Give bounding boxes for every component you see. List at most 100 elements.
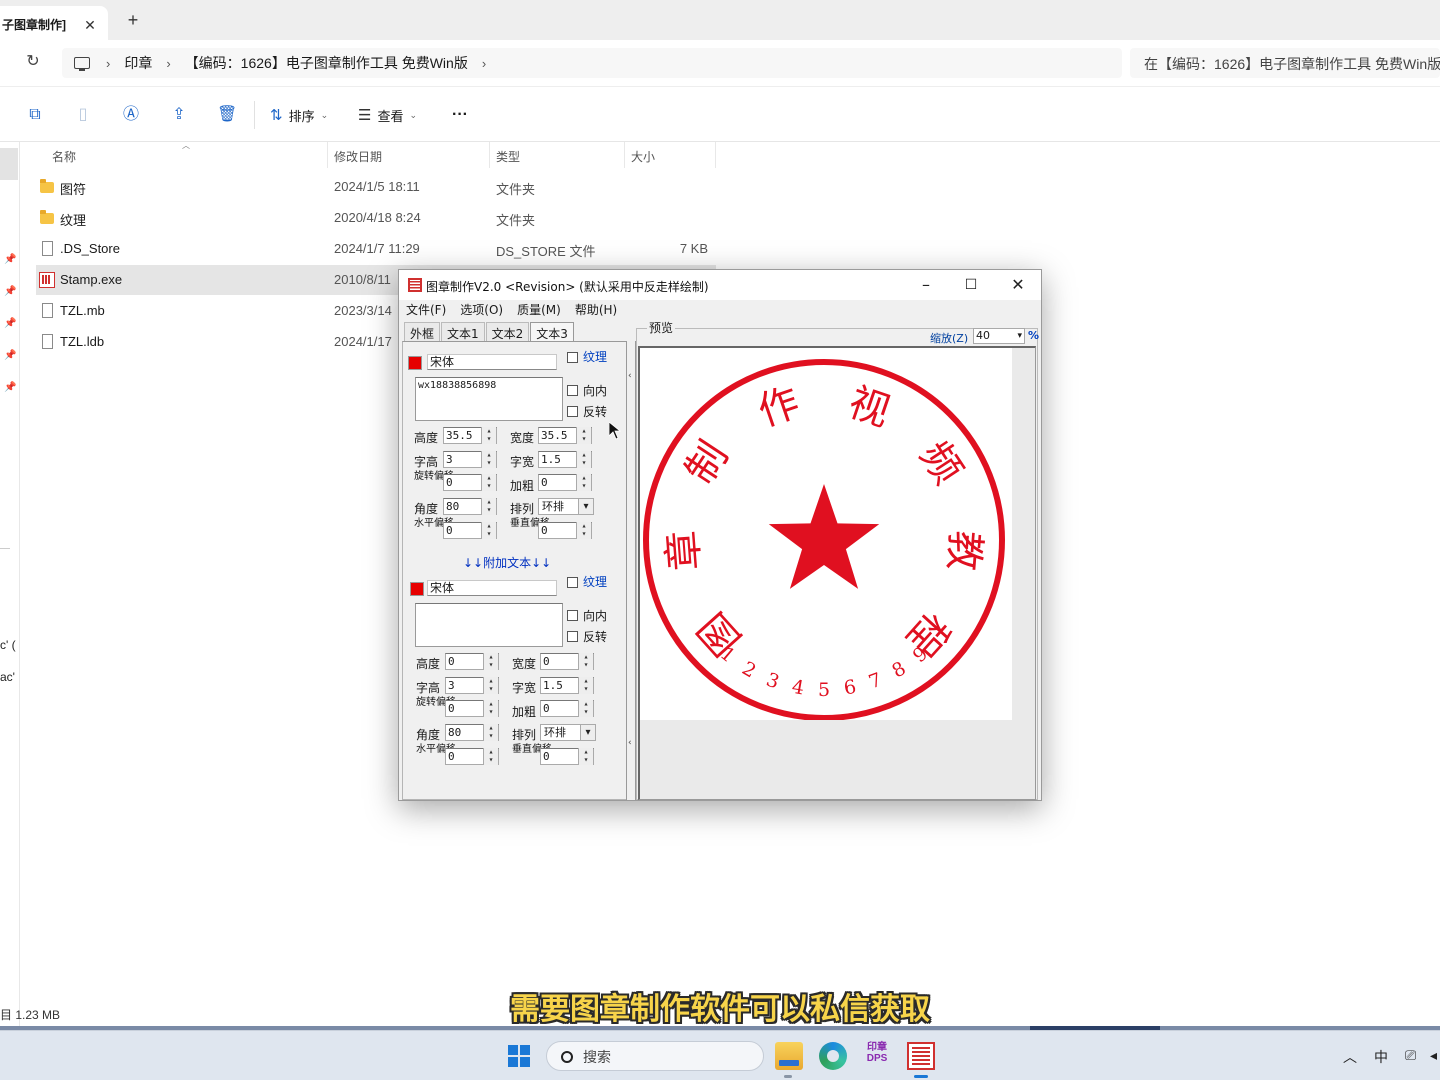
- stamp-text-input[interactable]: wx18838856898: [415, 377, 563, 421]
- file-explorer-icon[interactable]: [775, 1042, 803, 1070]
- text-color-swatch[interactable]: [408, 356, 422, 370]
- width-stepper[interactable]: 0: [540, 653, 594, 670]
- delete-icon[interactable]: 🗑: [217, 105, 237, 125]
- view-button[interactable]: ☰ 查看 ⌄: [358, 105, 417, 125]
- minimize-icon[interactable]: –: [915, 275, 937, 295]
- rotation-offset-stepper[interactable]: 0: [445, 700, 499, 717]
- copy-icon[interactable]: ⧉: [25, 105, 45, 125]
- rotation-offset-stepper[interactable]: 0: [443, 474, 497, 491]
- menu-help[interactable]: 帮助(H): [575, 300, 617, 320]
- chevron-right-icon[interactable]: ›: [106, 56, 110, 71]
- checkbox-box[interactable]: [567, 352, 578, 363]
- tab-current[interactable]: 子图章制作] ✕: [0, 6, 108, 40]
- font-select[interactable]: 宋体: [427, 354, 557, 370]
- additional-text-toggle[interactable]: ↓↓附加文本↓↓: [463, 554, 551, 571]
- font-select[interactable]: 宋体: [427, 580, 557, 596]
- column-header-size[interactable]: 大小: [631, 148, 655, 165]
- tab-frame[interactable]: 外框: [404, 322, 441, 342]
- angle-stepper[interactable]: 80: [445, 724, 499, 741]
- sort-button[interactable]: ⇅ 排序 ⌄: [270, 105, 328, 125]
- stamp-app-icon[interactable]: [907, 1042, 935, 1070]
- zoom-select[interactable]: 40: [973, 328, 1025, 344]
- new-tab-icon[interactable]: +: [124, 11, 142, 30]
- file-row[interactable]: .DS_Store 2024/1/7 11:29 DS_STORE 文件 7 K…: [36, 234, 716, 264]
- breadcrumb-item[interactable]: 【编码：1626】电子图章制作工具 免费Win版: [185, 53, 468, 73]
- file-row[interactable]: 纹理 2020/4/18 8:24 文件夹: [36, 203, 716, 233]
- chevron-right-icon[interactable]: ›: [166, 56, 170, 71]
- char-width-stepper[interactable]: 1.5: [538, 451, 592, 468]
- start-icon[interactable]: [508, 1045, 530, 1067]
- texture-checkbox[interactable]: 纹理: [567, 576, 607, 588]
- text-color-swatch[interactable]: [410, 582, 424, 596]
- column-divider[interactable]: [624, 142, 625, 168]
- file-row[interactable]: 图符 2024/1/5 18:11 文件夹: [36, 172, 716, 202]
- v-offset-stepper[interactable]: 0: [538, 522, 592, 539]
- ime-indicator[interactable]: 中: [1374, 1047, 1388, 1067]
- paste-icon[interactable]: ▯: [73, 105, 93, 125]
- this-pc-icon[interactable]: [74, 57, 90, 71]
- height-stepper[interactable]: 35.5: [443, 427, 497, 444]
- height-stepper[interactable]: 0: [445, 653, 499, 670]
- pin-icon[interactable]: 📌: [4, 286, 16, 298]
- arrange-select[interactable]: 环排: [540, 724, 596, 741]
- bold-stepper[interactable]: 0: [540, 700, 594, 717]
- column-divider[interactable]: [715, 142, 716, 168]
- checkbox-box[interactable]: [567, 385, 578, 396]
- column-header-date[interactable]: 修改日期: [334, 148, 382, 165]
- reverse-checkbox[interactable]: 反转: [567, 628, 607, 645]
- texture-checkbox[interactable]: 纹理: [567, 351, 607, 363]
- bold-stepper[interactable]: 0: [538, 474, 592, 491]
- close-icon[interactable]: ✕: [1007, 275, 1029, 295]
- maximize-icon[interactable]: ☐: [960, 275, 982, 295]
- taskbar-search[interactable]: 搜索: [546, 1041, 764, 1071]
- checkbox-box[interactable]: [567, 577, 578, 588]
- pin-icon[interactable]: 📌: [4, 318, 16, 330]
- refresh-icon[interactable]: ↻: [24, 53, 42, 71]
- share-icon[interactable]: ⇪: [169, 105, 189, 125]
- inward-checkbox[interactable]: 向内: [567, 382, 607, 399]
- angle-stepper[interactable]: 80: [443, 498, 497, 515]
- nav-item-label[interactable]: ac': [0, 670, 15, 684]
- column-header-name[interactable]: 名称: [52, 148, 76, 165]
- tab-text1[interactable]: 文本1: [441, 322, 485, 342]
- window-title-bar[interactable]: 图章制作V2.0 <Revision> (默认采用中反走样绘制) – ☐ ✕: [399, 270, 1041, 300]
- inward-checkbox[interactable]: 向内: [567, 607, 607, 624]
- column-header-type[interactable]: 类型: [496, 148, 520, 165]
- breadcrumb[interactable]: › 印章 › 【编码：1626】电子图章制作工具 免费Win版 ›: [62, 48, 1122, 78]
- pin-icon[interactable]: 📌: [4, 254, 16, 266]
- char-height-stepper[interactable]: 3: [445, 677, 499, 694]
- speaker-icon[interactable]: ◂: [1430, 1047, 1437, 1064]
- checkbox-box[interactable]: [567, 631, 578, 642]
- menu-quality[interactable]: 质量(M): [517, 300, 561, 320]
- network-icon[interactable]: ⎚: [1405, 1047, 1416, 1064]
- menu-file[interactable]: 文件(F): [406, 300, 446, 320]
- chevron-right-icon[interactable]: ›: [482, 56, 486, 71]
- column-divider[interactable]: [327, 142, 328, 168]
- pin-icon[interactable]: 📌: [4, 382, 16, 394]
- v-offset-stepper[interactable]: 0: [540, 748, 594, 765]
- char-width-stepper[interactable]: 1.5: [540, 677, 594, 694]
- reverse-checkbox[interactable]: 反转: [567, 403, 607, 420]
- dps-app-icon[interactable]: 印章 DPS: [863, 1042, 891, 1070]
- tab-text3[interactable]: 文本3: [530, 322, 574, 342]
- char-height-stepper[interactable]: 3: [443, 451, 497, 468]
- pin-icon[interactable]: 📌: [4, 350, 16, 362]
- width-stepper[interactable]: 35.5: [538, 427, 592, 444]
- column-divider[interactable]: [489, 142, 490, 168]
- search-input[interactable]: 在【编码：1626】电子图章制作工具 免费Win版: [1130, 48, 1440, 78]
- checkbox-box[interactable]: [567, 610, 578, 621]
- chevron-up-icon[interactable]: ︿: [1343, 1047, 1357, 1067]
- chevron-left-icon[interactable]: ‹: [628, 738, 632, 748]
- close-tab-icon[interactable]: ✕: [82, 18, 98, 34]
- extra-text-input[interactable]: [415, 603, 563, 647]
- checkbox-box[interactable]: [567, 406, 578, 417]
- chevron-left-icon[interactable]: ‹: [628, 371, 632, 381]
- edge-browser-icon[interactable]: [819, 1042, 847, 1070]
- panel-splitter[interactable]: ‹ ‹: [626, 341, 636, 800]
- menu-options[interactable]: 选项(O): [460, 300, 503, 320]
- rename-icon[interactable]: Ⓐ: [121, 105, 141, 125]
- nav-selected-item[interactable]: [0, 148, 18, 180]
- nav-item-label[interactable]: c' (: [0, 638, 16, 652]
- tab-text2[interactable]: 文本2: [485, 322, 530, 342]
- breadcrumb-item[interactable]: 印章: [124, 53, 152, 73]
